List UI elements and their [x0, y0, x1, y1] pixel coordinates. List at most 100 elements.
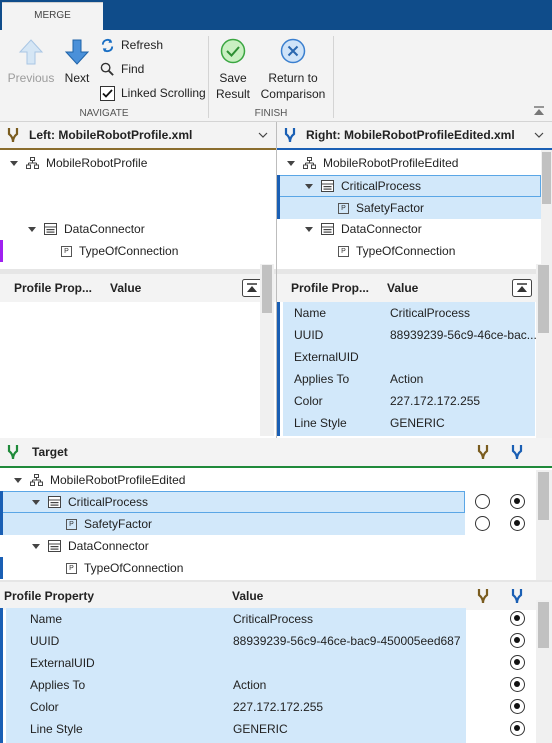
- property-name: Line Style: [30, 722, 83, 736]
- package-icon: [26, 157, 39, 169]
- refresh-label: Refresh: [121, 38, 164, 52]
- column-header-value[interactable]: Value: [110, 281, 141, 295]
- expand-icon: [305, 183, 313, 189]
- save-label-line1: Save: [219, 71, 247, 85]
- property-name: Color: [294, 394, 323, 408]
- tree-node-label: SafetyFactor: [84, 517, 153, 531]
- column-header-value[interactable]: Value: [232, 589, 263, 603]
- right-pane-header: Right: MobileRobotProfileEdited.xml: [277, 122, 552, 150]
- tree-node-label: MobileRobotProfile: [46, 156, 148, 170]
- change-marker: [0, 557, 3, 579]
- close-circle-icon: [280, 38, 306, 64]
- branch-icon: [7, 445, 19, 460]
- property-value: Action: [390, 372, 424, 386]
- tree-node-safetyfactor[interactable]: P SafetyFactor: [338, 197, 424, 219]
- tree-node-typeofconnection[interactable]: P TypeOfConnection: [61, 240, 178, 262]
- tree-node-label: MobileRobotProfileEdited: [50, 473, 186, 487]
- change-marker: [277, 302, 280, 436]
- property-icon: P: [66, 518, 77, 530]
- property-value: GENERIC: [233, 722, 288, 736]
- tree-node-dataconnector[interactable]: DataConnector: [32, 535, 149, 557]
- property-name: ExternalUID: [30, 656, 95, 670]
- refresh-button[interactable]: Refresh: [100, 35, 163, 55]
- change-marker: [0, 491, 3, 535]
- tree-node-typeofconnection[interactable]: P TypeOfConnection: [338, 240, 455, 262]
- tree-node-typeofconnection[interactable]: P TypeOfConnection: [66, 557, 183, 579]
- arrow-down-icon: [64, 39, 90, 65]
- column-header-value[interactable]: Value: [387, 281, 418, 295]
- expand-icon: [32, 543, 40, 549]
- scrollbar-thumb[interactable]: [538, 472, 549, 520]
- tree-node-criticalprocess[interactable]: CriticalProcess: [305, 175, 421, 197]
- package-icon: [303, 157, 316, 169]
- property-value: 227.172.172.255: [233, 700, 324, 714]
- refresh-icon: [101, 38, 114, 52]
- accept-right-radio[interactable]: [510, 721, 525, 736]
- package-icon: [30, 474, 43, 486]
- collapse-ribbon-icon[interactable]: [533, 106, 545, 117]
- tree-node-label: SafetyFactor: [356, 201, 425, 215]
- scrollbar-thumb[interactable]: [538, 265, 549, 333]
- stereotype-icon: [321, 180, 334, 192]
- return-to-comparison-button[interactable]: Return to Comparison: [258, 38, 328, 102]
- tree-node-root[interactable]: MobileRobotProfileEdited: [287, 152, 458, 174]
- accept-right-radio[interactable]: [510, 677, 525, 692]
- target-props-header: Profile Property Value: [0, 582, 552, 610]
- tree-node-root[interactable]: MobileRobotProfile: [10, 152, 147, 174]
- accept-left-radio[interactable]: [475, 516, 490, 531]
- chevron-down-icon[interactable]: [534, 132, 544, 138]
- branch-icon: [284, 128, 296, 143]
- expand-icon: [14, 477, 22, 483]
- column-header-property[interactable]: Profile Prop...: [291, 281, 387, 295]
- tree-node-label: TypeOfConnection: [79, 244, 179, 258]
- checkmark-circle-icon: [220, 38, 246, 64]
- accept-right-radio[interactable]: [510, 494, 525, 509]
- tree-node-safetyfactor[interactable]: P SafetyFactor: [66, 513, 152, 535]
- previous-button[interactable]: Previous: [6, 38, 56, 86]
- tree-node-label: DataConnector: [64, 222, 145, 236]
- right-pane-title: Right: MobileRobotProfileEdited.xml: [306, 128, 515, 142]
- linked-scrolling-label: Linked Scrolling: [121, 86, 206, 100]
- ribbon-separator-2: [333, 36, 334, 118]
- scrollbar-thumb[interactable]: [542, 152, 551, 204]
- checkbox-checked-icon: [100, 85, 115, 101]
- property-name: Line Style: [294, 416, 347, 430]
- tree-node-dataconnector[interactable]: DataConnector: [305, 218, 422, 240]
- left-source-icon: [477, 589, 489, 604]
- tree-node-label: CriticalProcess: [68, 495, 149, 509]
- tree-node-dataconnector[interactable]: DataConnector: [28, 218, 145, 240]
- accept-right-radio[interactable]: [510, 655, 525, 670]
- property-name: Name: [30, 612, 63, 626]
- tree-node-label: TypeOfConnection: [356, 244, 456, 258]
- accept-right-radio[interactable]: [510, 611, 525, 626]
- accept-left-radio[interactable]: [475, 494, 490, 509]
- scrollbar-thumb[interactable]: [538, 602, 549, 648]
- left-source-icon: [477, 445, 489, 460]
- property-value: CriticalProcess: [233, 612, 314, 626]
- linked-scrolling-checkbox[interactable]: Linked Scrolling: [100, 83, 206, 103]
- accept-right-radio[interactable]: [510, 633, 525, 648]
- tree-node-root[interactable]: MobileRobotProfileEdited: [14, 469, 185, 491]
- collapse-panel-icon[interactable]: [242, 279, 262, 297]
- property-icon: P: [66, 562, 77, 574]
- tree-node-criticalprocess[interactable]: CriticalProcess: [32, 491, 148, 513]
- stereotype-icon: [321, 223, 334, 235]
- find-button[interactable]: Find: [100, 59, 144, 79]
- branch-icon: [7, 128, 19, 143]
- tab-merge[interactable]: MERGE: [2, 2, 103, 30]
- target-pane-header: Target: [0, 438, 552, 468]
- chevron-down-icon[interactable]: [258, 132, 268, 138]
- next-button[interactable]: Next: [58, 38, 96, 86]
- tree-node-label: DataConnector: [68, 539, 149, 553]
- accept-right-radio[interactable]: [510, 699, 525, 714]
- column-header-property[interactable]: Profile Property: [4, 589, 232, 603]
- navigate-section-label: NAVIGATE: [79, 108, 129, 119]
- save-result-button[interactable]: Save Result: [210, 38, 256, 102]
- accept-right-radio[interactable]: [510, 516, 525, 531]
- change-marker: [0, 608, 3, 743]
- expand-icon: [10, 160, 18, 166]
- column-header-property[interactable]: Profile Prop...: [14, 281, 110, 295]
- collapse-panel-icon[interactable]: [512, 279, 532, 297]
- scrollbar-thumb[interactable]: [262, 265, 272, 313]
- property-icon: P: [338, 245, 349, 257]
